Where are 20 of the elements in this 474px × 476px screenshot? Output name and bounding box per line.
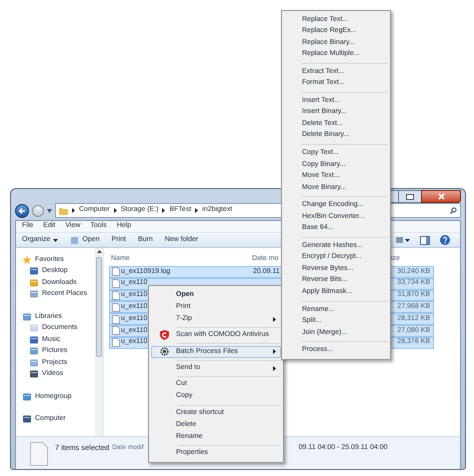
close-button[interactable] xyxy=(421,190,461,203)
chevron-icon xyxy=(114,208,117,213)
chevron-icon xyxy=(72,208,75,213)
scrollbar[interactable] xyxy=(95,248,103,436)
dropdown-arrow-icon xyxy=(47,208,52,212)
forward-button[interactable] xyxy=(32,204,44,216)
back-button[interactable] xyxy=(15,204,29,218)
back-arrow-icon xyxy=(18,206,26,214)
star-icon xyxy=(22,254,32,265)
shield-icon xyxy=(160,330,168,340)
view-options-icon[interactable] xyxy=(396,236,410,244)
chevron-icon xyxy=(195,208,198,213)
gear-icon xyxy=(160,347,168,356)
maximize-button[interactable] xyxy=(399,190,421,203)
help-icon[interactable] xyxy=(440,235,450,245)
close-icon xyxy=(438,193,444,200)
preview-pane-icon[interactable] xyxy=(420,236,430,244)
scroll-up-icon xyxy=(96,250,102,253)
chevron-icon xyxy=(162,208,166,213)
search-icon xyxy=(450,207,457,214)
